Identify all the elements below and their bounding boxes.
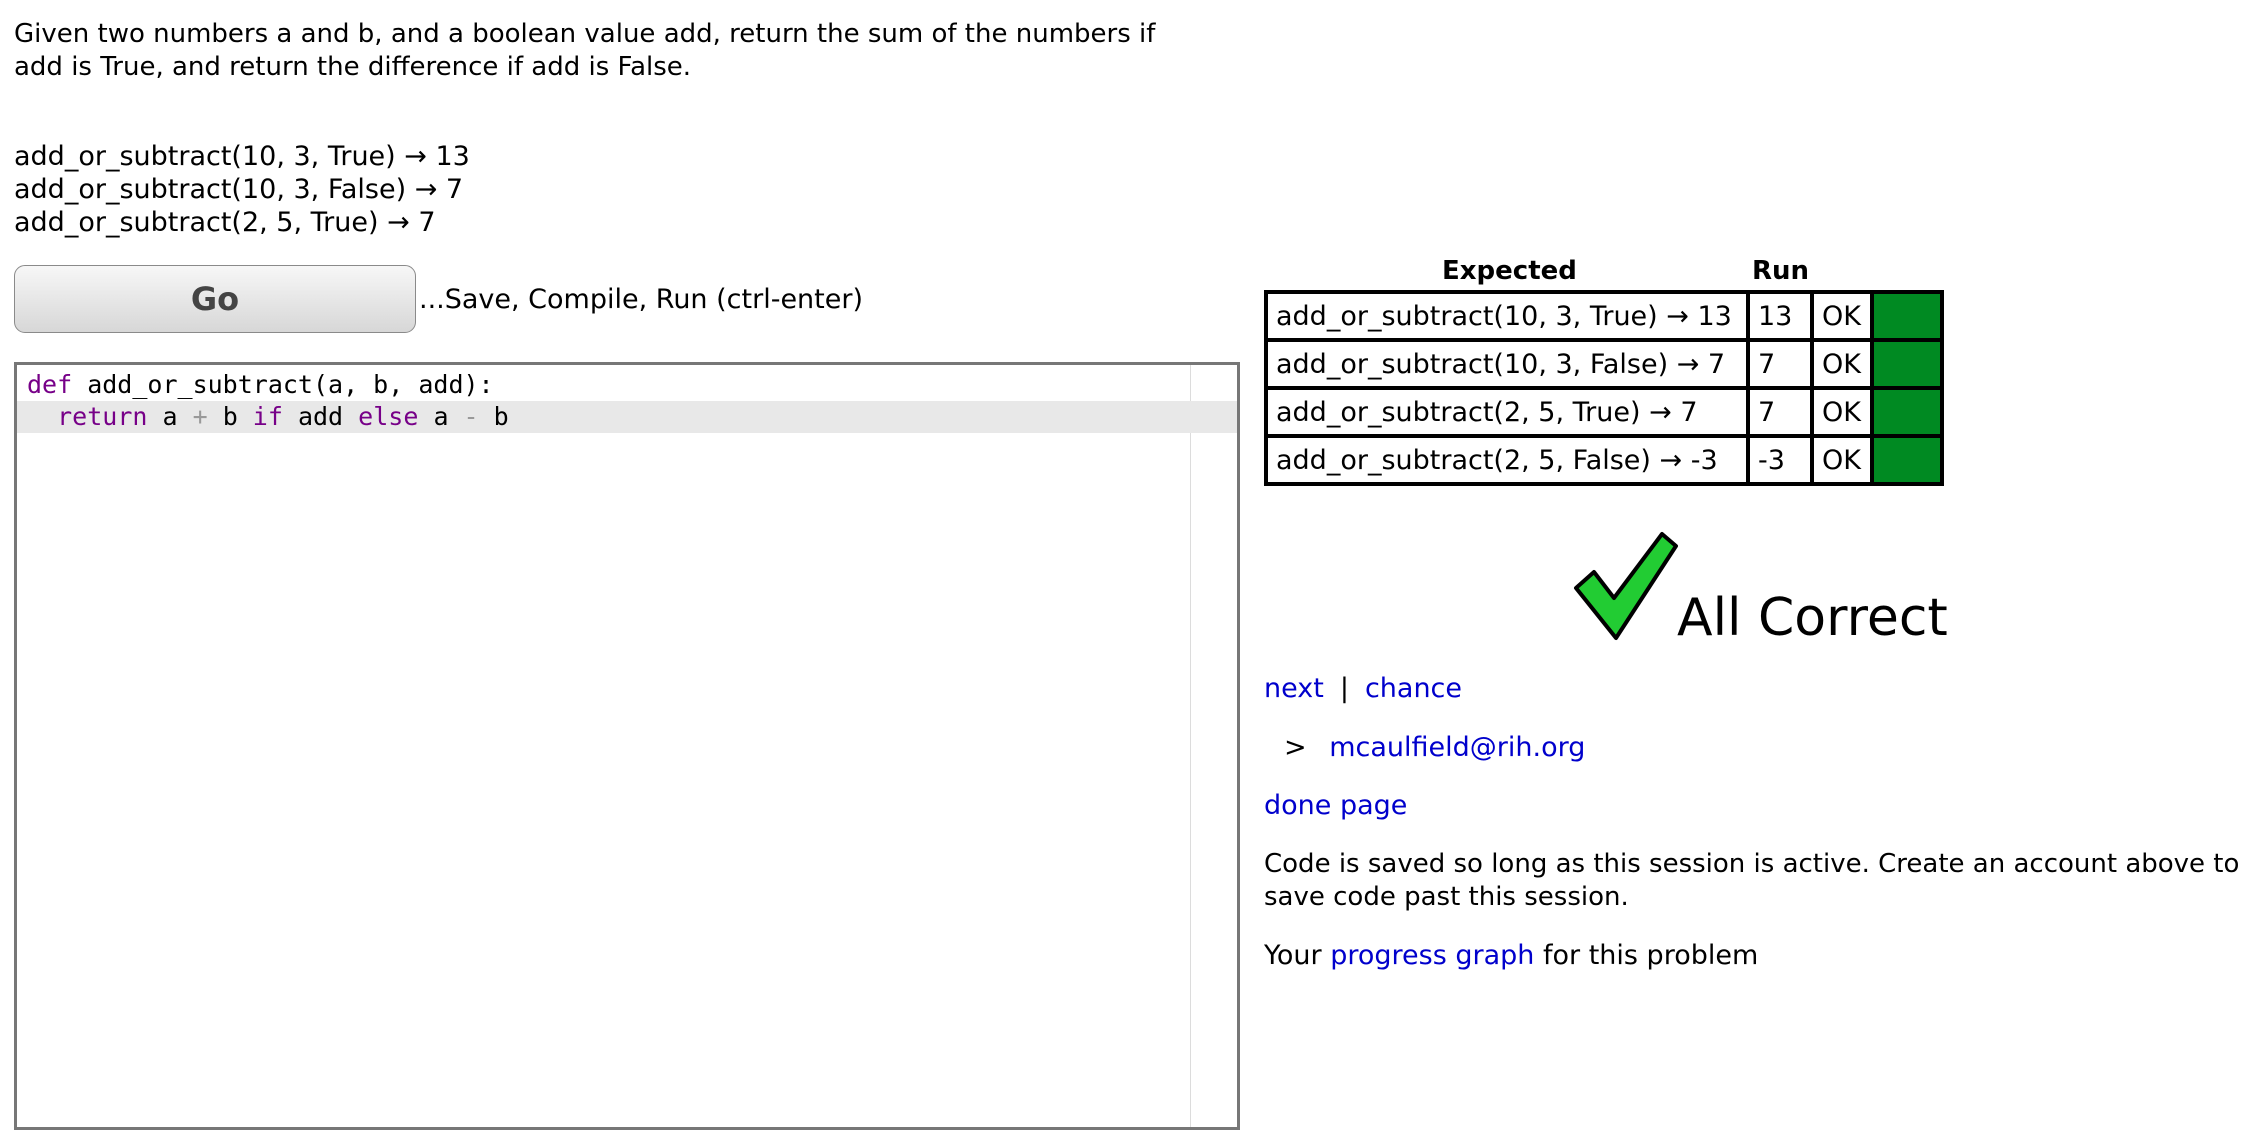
- problem-description: Given two numbers a and b, and a boolean…: [14, 19, 1156, 82]
- example-line: add_or_subtract(10, 3, False) → 7: [14, 174, 464, 205]
- next-link[interactable]: next: [1264, 673, 1324, 704]
- run-cell: -3: [1746, 434, 1814, 486]
- run-cell: 7: [1746, 338, 1814, 390]
- results-table: add_or_subtract(10, 3, True) → 13 13 OK …: [1264, 290, 1944, 486]
- code-editor[interactable]: def add_or_subtract(a, b, add): return a…: [14, 362, 1240, 1130]
- code-line[interactable]: def add_or_subtract(a, b, add):: [17, 369, 1237, 401]
- run-header: Run: [1752, 256, 1810, 286]
- status-cell: OK: [1810, 290, 1874, 342]
- run-cell: 13: [1746, 290, 1814, 342]
- status-cell: OK: [1810, 434, 1874, 486]
- expected-header: Expected: [1442, 256, 1577, 286]
- go-button[interactable]: Go: [14, 265, 416, 333]
- user-email-link[interactable]: mcaulfield@rih.org: [1329, 732, 1585, 763]
- status-indicator: [1870, 386, 1944, 438]
- expected-cell: add_or_subtract(10, 3, True) → 13: [1264, 290, 1750, 342]
- verdict-text: All Correct: [1677, 588, 1948, 648]
- go-hint: ...Save, Compile, Run (ctrl-enter): [419, 284, 863, 315]
- user-line: > mcaulfield@rih.org: [1284, 731, 1585, 765]
- done-line: done page: [1264, 789, 1407, 823]
- save-note: Code is saved so long as this session is…: [1264, 849, 2240, 912]
- expected-cell: add_or_subtract(10, 3, False) → 7: [1264, 338, 1750, 390]
- table-row: add_or_subtract(10, 3, True) → 13 13 OK: [1264, 290, 1944, 342]
- problem-nav: next | chance: [1264, 672, 1462, 706]
- table-row: add_or_subtract(10, 3, False) → 7 7 OK: [1264, 338, 1944, 390]
- progress-line: Your progress graph for this problem: [1264, 940, 1759, 971]
- table-row: add_or_subtract(2, 5, True) → 7 7 OK: [1264, 386, 1944, 438]
- status-indicator: [1870, 290, 1944, 342]
- chance-link[interactable]: chance: [1365, 673, 1462, 704]
- status-indicator: [1870, 338, 1944, 390]
- status-cell: OK: [1810, 338, 1874, 390]
- examples-list: add_or_subtract(10, 3, True) → 13 add_or…: [14, 140, 470, 239]
- expected-cell: add_or_subtract(2, 5, False) → -3: [1264, 434, 1750, 486]
- example-line: add_or_subtract(10, 3, True) → 13: [14, 141, 470, 172]
- done-page-link[interactable]: done page: [1264, 790, 1407, 821]
- nav-separator: |: [1339, 673, 1349, 704]
- status-indicator: [1870, 434, 1944, 486]
- editor-margin-line: [1190, 365, 1191, 1127]
- expected-cell: add_or_subtract(2, 5, True) → 7: [1264, 386, 1750, 438]
- user-prefix: >: [1284, 732, 1307, 763]
- status-cell: OK: [1810, 386, 1874, 438]
- code-line[interactable]: return a + b if add else a - b: [17, 401, 1237, 433]
- progress-graph-link[interactable]: progress graph: [1330, 940, 1534, 971]
- table-row: add_or_subtract(2, 5, False) → -3 -3 OK: [1264, 434, 1944, 486]
- check-icon: [1574, 532, 1678, 640]
- run-cell: 7: [1746, 386, 1814, 438]
- example-line: add_or_subtract(2, 5, True) → 7: [14, 207, 436, 238]
